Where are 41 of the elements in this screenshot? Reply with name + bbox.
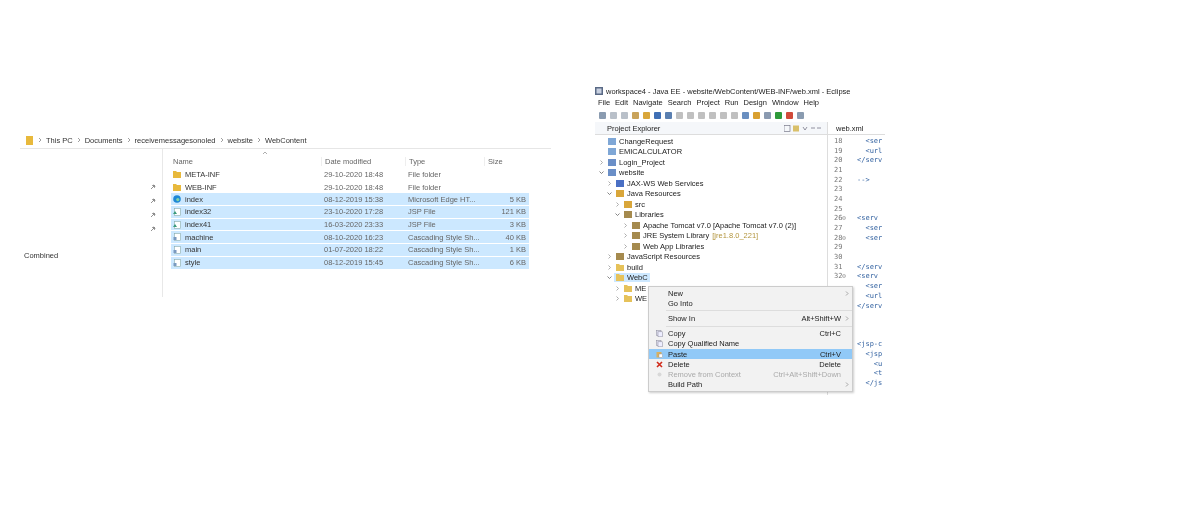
chevron-right-icon (256, 137, 261, 143)
fold-icon[interactable] (842, 274, 847, 279)
delete-icon (655, 360, 663, 368)
file-icon (173, 233, 181, 242)
pin-icon[interactable] (150, 198, 156, 204)
file-icon (173, 258, 181, 267)
fold-icon[interactable] (842, 216, 847, 221)
app-icon (595, 87, 603, 95)
copy-icon (655, 340, 663, 348)
chevron-right-icon (76, 137, 81, 143)
collapsed-caret-icon[interactable] (615, 285, 620, 291)
pin-icon[interactable] (150, 212, 156, 218)
file-icon (173, 220, 181, 229)
chevron-right-icon (219, 137, 224, 143)
collapsed-caret-icon[interactable] (607, 264, 612, 270)
file-icon (173, 207, 181, 216)
pin-icon[interactable] (150, 226, 156, 232)
sort-up-icon (262, 151, 268, 155)
collapsed-caret-icon[interactable] (623, 233, 628, 239)
collapsed-caret-icon[interactable] (607, 254, 612, 260)
view-controls-icon[interactable] (784, 124, 824, 132)
folder-icon (26, 135, 33, 145)
expanded-caret-icon[interactable] (607, 191, 612, 197)
expanded-caret-icon[interactable] (607, 275, 612, 281)
expanded-caret-icon[interactable] (615, 212, 620, 218)
pin-icon[interactable] (150, 184, 156, 190)
chevron-right-icon (126, 137, 131, 143)
browser-icon (173, 195, 181, 204)
copy-icon (655, 330, 663, 338)
paste-icon (655, 350, 663, 358)
remove-icon (656, 371, 662, 377)
collapsed-caret-icon[interactable] (623, 243, 628, 249)
chevron-right-icon (38, 137, 42, 143)
fold-icon[interactable] (842, 235, 847, 240)
file-icon (173, 245, 181, 254)
collapsed-caret-icon[interactable] (623, 222, 628, 228)
collapsed-caret-icon[interactable] (615, 296, 620, 302)
collapsed-caret-icon[interactable] (607, 180, 612, 186)
collapsed-caret-icon[interactable] (615, 201, 620, 207)
collapsed-caret-icon[interactable] (599, 159, 604, 165)
expanded-caret-icon[interactable] (599, 170, 604, 176)
